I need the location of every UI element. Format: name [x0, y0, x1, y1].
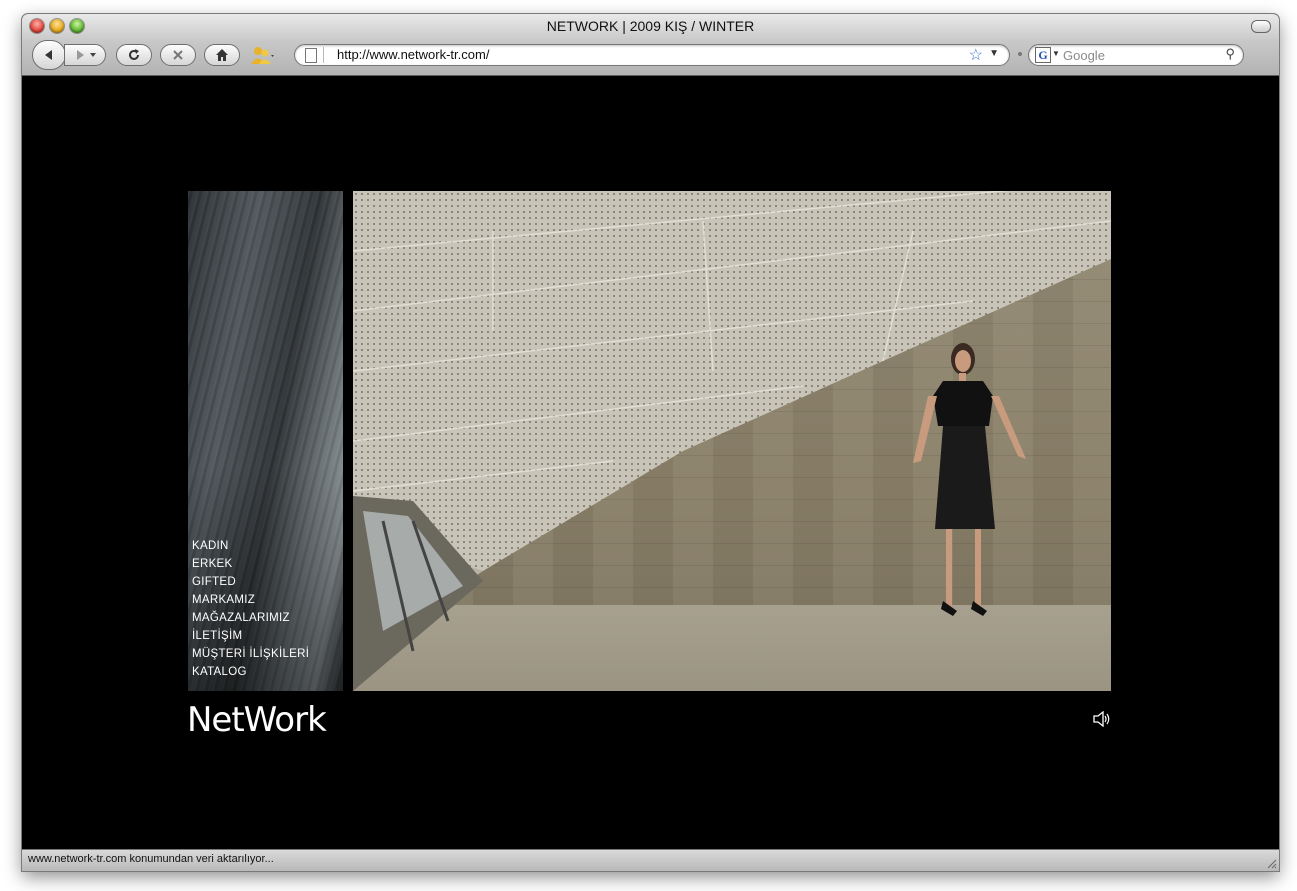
menu-item-magazalarimiz[interactable]: MAĞAZALARIMIZ: [192, 609, 309, 627]
stop-button[interactable]: [160, 44, 196, 66]
menu-item-gifted[interactable]: GIFTED: [192, 573, 309, 591]
home-icon: [216, 49, 228, 61]
search-placeholder[interactable]: Google: [1063, 48, 1105, 63]
window-title: NETWORK | 2009 KIŞ / WINTER: [546, 18, 755, 34]
menu-item-katalog[interactable]: KATALOG: [192, 663, 309, 681]
page-content: KADIN ERKEK GIFTED MARKAMIZ MAĞAZALARIMI…: [22, 76, 1279, 850]
brand-logo[interactable]: NetWork: [187, 700, 327, 740]
site-menu: KADIN ERKEK GIFTED MARKAMIZ MAĞAZALARIMI…: [192, 537, 309, 681]
status-bar: www.network-tr.com konumundan veri aktar…: [22, 849, 1279, 871]
reload-icon: [129, 49, 139, 60]
browser-window: NETWORK | 2009 KIŞ / WINTER http://www.n…: [22, 14, 1279, 871]
page-icon: [305, 48, 317, 63]
home-button[interactable]: [204, 44, 240, 66]
menu-item-markamiz[interactable]: MARKAMIZ: [192, 591, 309, 609]
stop-icon: [173, 50, 183, 60]
menu-item-iletisim[interactable]: İLETİŞİM: [192, 627, 309, 645]
toolbar-toggle-button[interactable]: [1251, 20, 1271, 33]
address-bar[interactable]: http://www.network-tr.com/ ☆ ▼: [294, 44, 1010, 66]
search-field[interactable]: G ▼ Google ⚲: [1028, 44, 1244, 66]
url-dropdown-icon[interactable]: ▼: [989, 48, 999, 59]
engine-dropdown-icon[interactable]: ▼: [1052, 49, 1060, 58]
google-engine-icon[interactable]: G: [1035, 47, 1051, 63]
back-arrow-icon: [45, 50, 52, 60]
title-bar: NETWORK | 2009 KIŞ / WINTER http://www.n…: [22, 14, 1279, 76]
resize-grip-icon[interactable]: [1265, 857, 1277, 869]
url-divider: [323, 47, 324, 63]
fashion-model-figure: [913, 343, 1026, 616]
menu-item-kadin[interactable]: KADIN: [192, 537, 309, 555]
side-panel-image: KADIN ERKEK GIFTED MARKAMIZ MAĞAZALARIMI…: [188, 191, 343, 691]
reload-button[interactable]: [116, 44, 152, 66]
search-magnifier-icon[interactable]: ⚲: [1225, 46, 1235, 62]
toolbar-separator: [1018, 52, 1022, 56]
forward-arrow-icon: [77, 50, 96, 60]
back-button[interactable]: [32, 40, 66, 70]
menu-item-musteri-iliskileri[interactable]: MÜŞTERİ İLİŞKİLERİ: [192, 645, 309, 663]
bookmark-star-icon[interactable]: ☆: [969, 45, 983, 65]
forward-button[interactable]: [64, 44, 106, 66]
url-text[interactable]: http://www.network-tr.com/: [337, 47, 489, 62]
menu-item-erkek[interactable]: ERKEK: [192, 555, 309, 573]
hero-photo: [353, 191, 1111, 691]
status-text: www.network-tr.com konumundan veri aktar…: [28, 853, 274, 865]
people-icon[interactable]: [250, 45, 274, 65]
sound-toggle-icon[interactable]: [1092, 711, 1112, 727]
